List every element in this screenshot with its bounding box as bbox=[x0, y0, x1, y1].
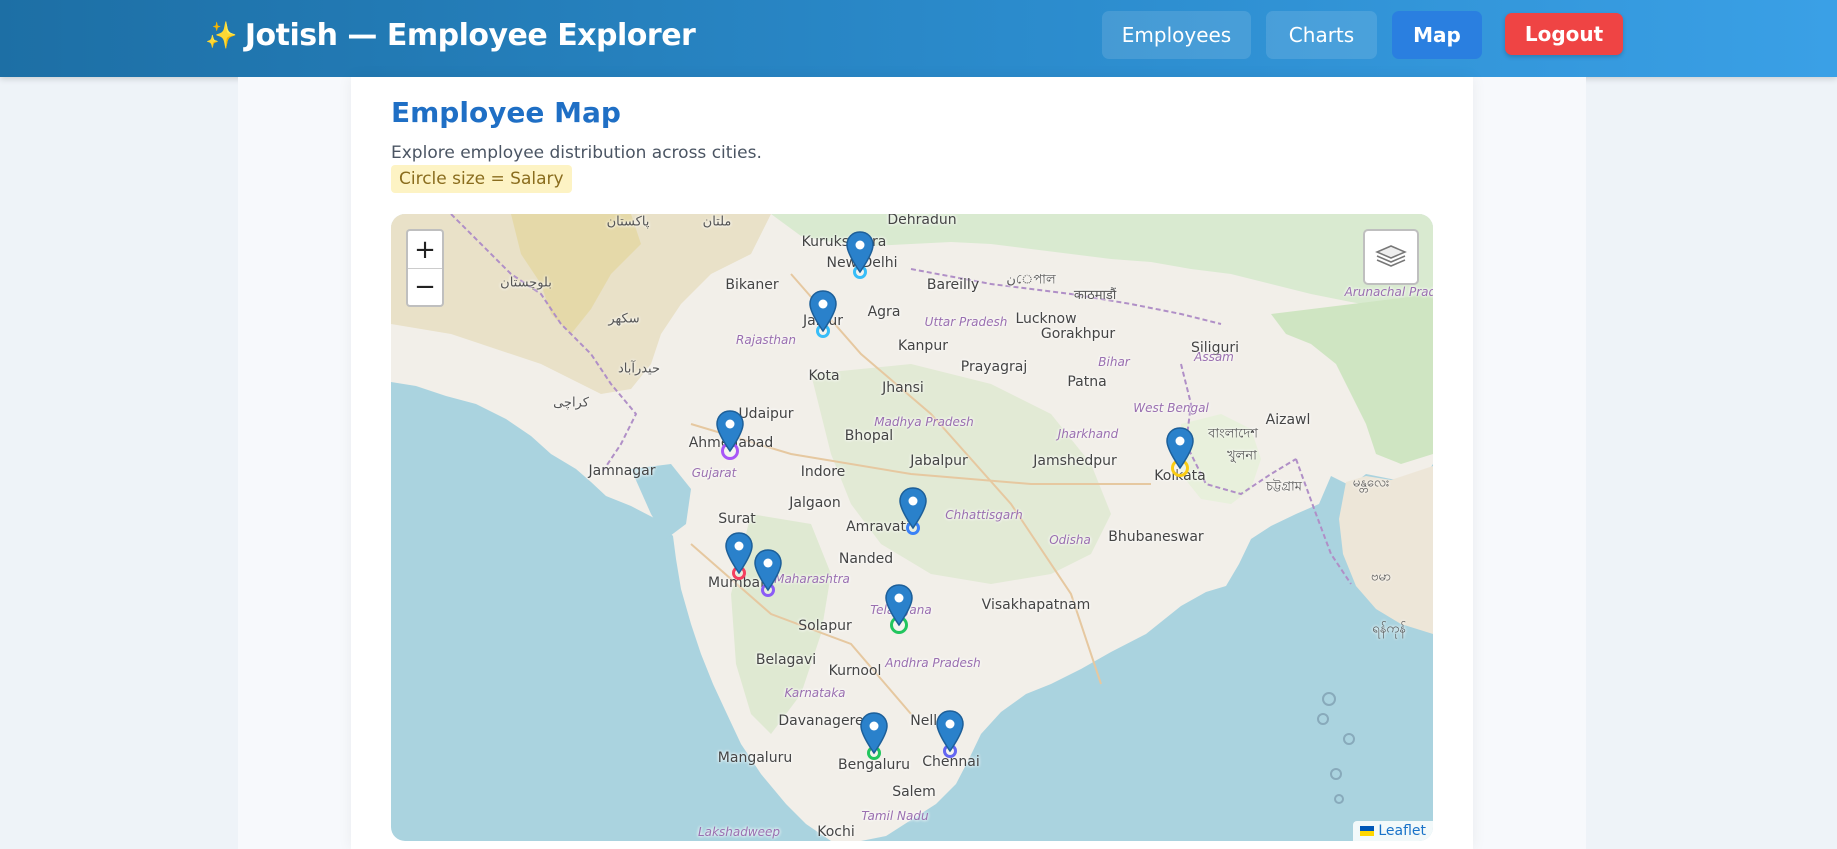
logout-button[interactable]: Logout bbox=[1505, 13, 1623, 55]
city-label: Bareilly bbox=[926, 277, 980, 293]
map-pin-icon[interactable] bbox=[898, 486, 928, 530]
island bbox=[1317, 713, 1329, 725]
sparkles-icon: ✨ bbox=[205, 20, 237, 51]
foreign-label: ملتان bbox=[702, 214, 732, 230]
island bbox=[1322, 692, 1336, 706]
region-label: Madhya Pradesh bbox=[874, 415, 974, 429]
brand[interactable]: ✨ Jotish — Employee Explorer bbox=[205, 18, 696, 53]
foreign-label: চট্টগ্রাম bbox=[1266, 479, 1302, 495]
city-label: Bhubaneswar bbox=[1108, 529, 1204, 545]
nav-charts-button[interactable]: Charts bbox=[1266, 11, 1377, 59]
region-label: Lakshadweep bbox=[697, 825, 781, 839]
map-pin-icon[interactable] bbox=[753, 548, 783, 592]
legend-badge: Circle size = Salary bbox=[391, 165, 572, 193]
map-pin-icon[interactable] bbox=[724, 531, 754, 575]
region-label: Odisha bbox=[1049, 533, 1091, 547]
map-pin-icon[interactable] bbox=[845, 230, 875, 274]
page-description: Explore employee distribution across cit… bbox=[391, 143, 762, 163]
city-label: Surat bbox=[718, 511, 756, 527]
foreign-label: نেপাল bbox=[1006, 272, 1056, 288]
city-label: Jalgaon bbox=[789, 495, 841, 511]
region-label: Rajasthan bbox=[736, 333, 796, 347]
foreign-label: বাংলাদেশ bbox=[1208, 426, 1258, 442]
city-label: Kochi bbox=[817, 824, 855, 840]
city-label: Kanpur bbox=[898, 338, 948, 354]
city-label: Jabalpur bbox=[910, 453, 968, 469]
region-label: Arunachal Pradesh bbox=[1344, 285, 1433, 299]
foreign-label: မန္တလေး bbox=[1352, 475, 1390, 491]
foreign-label: حیدرآباد bbox=[617, 361, 661, 377]
nav-map-button[interactable]: Map bbox=[1392, 11, 1482, 59]
city-label: Indore bbox=[800, 464, 846, 480]
map-pin-icon[interactable] bbox=[1165, 426, 1195, 470]
region-label: Gujarat bbox=[691, 466, 737, 480]
layers-icon bbox=[1375, 245, 1407, 267]
employee-map[interactable]: Dehradun Kurukshetra New Delhi Bikaner J… bbox=[391, 214, 1433, 841]
region-label: Maharashtra bbox=[774, 572, 850, 586]
map-attribution[interactable]: Leaflet bbox=[1353, 821, 1433, 841]
city-label: Nanded bbox=[838, 551, 894, 567]
map-pin-icon[interactable] bbox=[715, 409, 745, 453]
city-label: Aizawl bbox=[1265, 412, 1311, 428]
city-label: Visakhapatnam bbox=[981, 597, 1091, 613]
city-label: Jhansi bbox=[882, 380, 924, 396]
nav-employees-button[interactable]: Employees bbox=[1102, 11, 1251, 59]
map-pin-icon[interactable] bbox=[935, 709, 965, 753]
map-pin-icon[interactable] bbox=[808, 289, 838, 333]
region-label: Karnataka bbox=[784, 686, 846, 700]
foreign-label: کراچی bbox=[553, 395, 589, 411]
region-label: Tamil Nadu bbox=[861, 809, 929, 823]
city-label: Prayagraj bbox=[960, 359, 1028, 375]
city-label: Mangaluru bbox=[717, 750, 793, 766]
zoom-control: + − bbox=[406, 229, 444, 307]
map-pin-icon[interactable] bbox=[884, 583, 914, 627]
city-label: Salem bbox=[892, 784, 936, 800]
region-label: Uttar Pradesh bbox=[924, 315, 1008, 329]
foreign-label: काठमाडौं bbox=[1073, 288, 1117, 303]
city-label: Kurnool bbox=[828, 663, 882, 679]
zoom-in-button[interactable]: + bbox=[408, 231, 442, 268]
city-label: Solapur bbox=[798, 618, 852, 634]
island bbox=[1334, 794, 1344, 804]
ukraine-flag-icon bbox=[1360, 826, 1375, 836]
brand-title: Jotish — Employee Explorer bbox=[244, 18, 696, 53]
city-label: Lucknow bbox=[1015, 311, 1077, 327]
region-label: Chhattisgarh bbox=[945, 508, 1023, 522]
city-label: Jamshedpur bbox=[1033, 453, 1117, 469]
foreign-label: খুলনা bbox=[1227, 448, 1257, 464]
top-navbar: ✨ Jotish — Employee Explorer Employees C… bbox=[0, 0, 1837, 77]
city-label: Dehradun bbox=[887, 214, 957, 228]
foreign-label: بلوچستان bbox=[500, 275, 552, 291]
city-label: Gorakhpur bbox=[1040, 326, 1116, 342]
zoom-out-button[interactable]: − bbox=[408, 268, 442, 305]
city-label: Belagavi bbox=[755, 652, 817, 668]
foreign-label: پاکستان bbox=[606, 214, 650, 230]
island bbox=[1330, 768, 1342, 780]
region-label: Andhra Pradesh bbox=[885, 656, 981, 670]
city-label: Bikaner bbox=[725, 277, 779, 293]
region-label: Jharkhand bbox=[1057, 427, 1119, 441]
island bbox=[1343, 733, 1355, 745]
city-label: Davanagere bbox=[778, 713, 864, 729]
region-label: Bihar bbox=[1098, 355, 1130, 369]
city-label: Kota bbox=[808, 368, 840, 384]
map-pin-icon[interactable] bbox=[859, 711, 889, 755]
page-title: Employee Map bbox=[391, 96, 621, 129]
attribution-link[interactable]: Leaflet bbox=[1378, 823, 1426, 839]
city-label: Agra bbox=[867, 304, 901, 320]
city-label: Patna bbox=[1067, 374, 1107, 390]
layers-control-button[interactable] bbox=[1363, 229, 1419, 285]
city-label: Bhopal bbox=[844, 428, 894, 444]
region-label: Assam bbox=[1194, 350, 1234, 364]
region-label: West Bengal bbox=[1133, 401, 1209, 415]
city-label: Jamnagar bbox=[588, 463, 656, 479]
foreign-label: ဗမာ bbox=[1370, 569, 1392, 585]
foreign-label: سکھر bbox=[608, 311, 640, 327]
city-label: Udaipur bbox=[738, 406, 794, 422]
foreign-label: ရန်ကုန် bbox=[1372, 621, 1406, 637]
